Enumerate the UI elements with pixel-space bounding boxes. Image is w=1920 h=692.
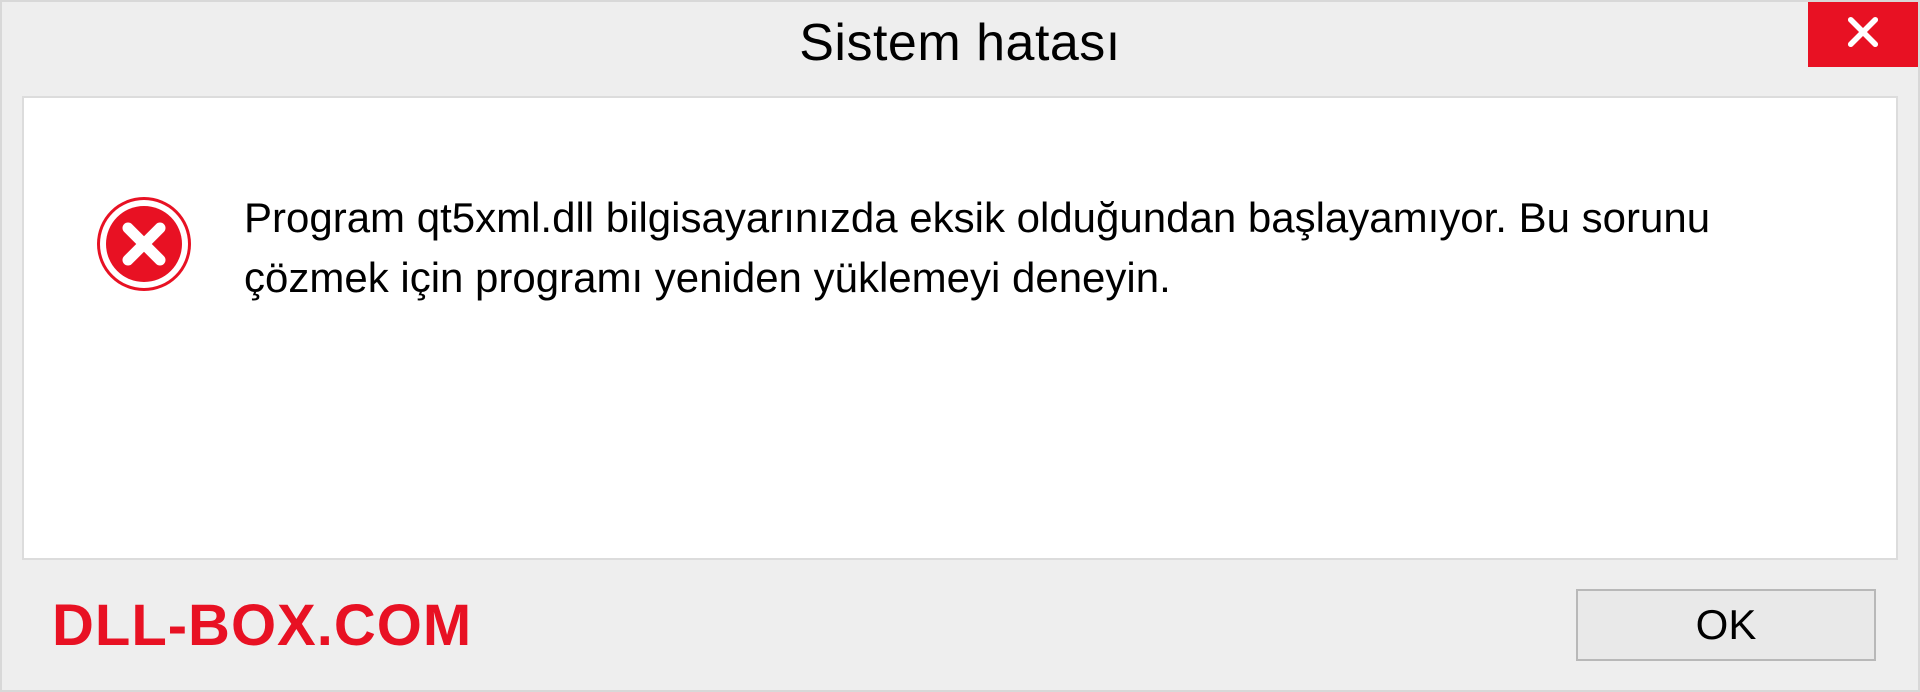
close-icon [1842, 11, 1884, 58]
watermark-text: DLL-BOX.COM [52, 592, 472, 659]
titlebar: Sistem hatası [2, 2, 1918, 84]
footer-bar: DLL-BOX.COM OK [2, 560, 1918, 690]
close-button[interactable] [1808, 2, 1918, 67]
ok-button[interactable]: OK [1576, 589, 1876, 661]
error-icon [94, 194, 194, 294]
content-panel: Program qt5xml.dll bilgisayarınızda eksi… [22, 96, 1898, 560]
dialog-title: Sistem hatası [799, 13, 1121, 73]
error-message: Program qt5xml.dll bilgisayarınızda eksi… [244, 188, 1744, 307]
error-dialog-window: Sistem hatası Program qt5xml.dll bilgisa… [0, 0, 1920, 692]
